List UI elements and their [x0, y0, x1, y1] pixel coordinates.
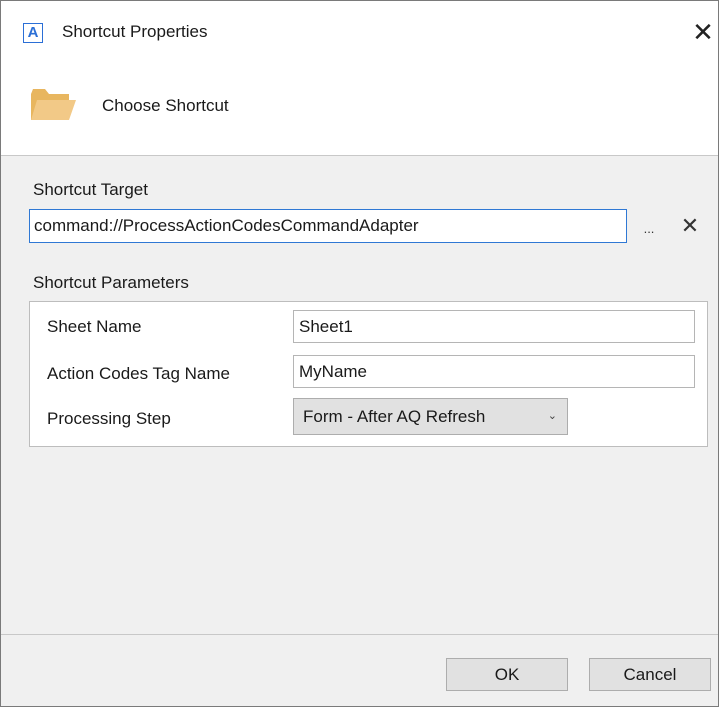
folder-icon[interactable] [29, 86, 77, 122]
sheet-name-input[interactable] [293, 310, 695, 343]
close-button[interactable]: ✕ [691, 17, 715, 47]
window-title: Shortcut Properties [62, 22, 208, 41]
clear-target-button[interactable]: ✕ [680, 213, 700, 239]
action-codes-tag-name-label: Action Codes Tag Name [47, 364, 231, 383]
footer-divider [1, 634, 718, 635]
app-logo-icon: A [23, 23, 43, 43]
action-codes-tag-name-input[interactable] [293, 355, 695, 388]
browse-button[interactable]: ... [639, 221, 659, 241]
chevron-down-icon: ⌄ [547, 410, 557, 422]
shortcut-parameters-label: Shortcut Parameters [33, 273, 189, 292]
choose-shortcut-link[interactable]: Choose Shortcut [102, 96, 229, 116]
title-bar: A Shortcut Properties ✕ [1, 1, 718, 67]
ok-button[interactable]: OK [446, 658, 568, 691]
shortcut-properties-dialog: A Shortcut Properties ✕ Choose Shortcut … [0, 0, 719, 707]
shortcut-target-label: Shortcut Target [33, 180, 148, 199]
processing-step-select[interactable]: Form - After AQ Refresh ⌄ [293, 398, 568, 435]
shortcut-parameters-panel: Sheet Name Action Codes Tag Name Process… [29, 301, 708, 447]
cancel-button[interactable]: Cancel [589, 658, 711, 691]
sheet-name-label: Sheet Name [47, 317, 142, 336]
processing-step-value: Form - After AQ Refresh [303, 407, 486, 426]
choose-shortcut-header: Choose Shortcut [1, 67, 718, 156]
shortcut-target-input[interactable] [29, 209, 627, 243]
processing-step-label: Processing Step [47, 409, 171, 428]
